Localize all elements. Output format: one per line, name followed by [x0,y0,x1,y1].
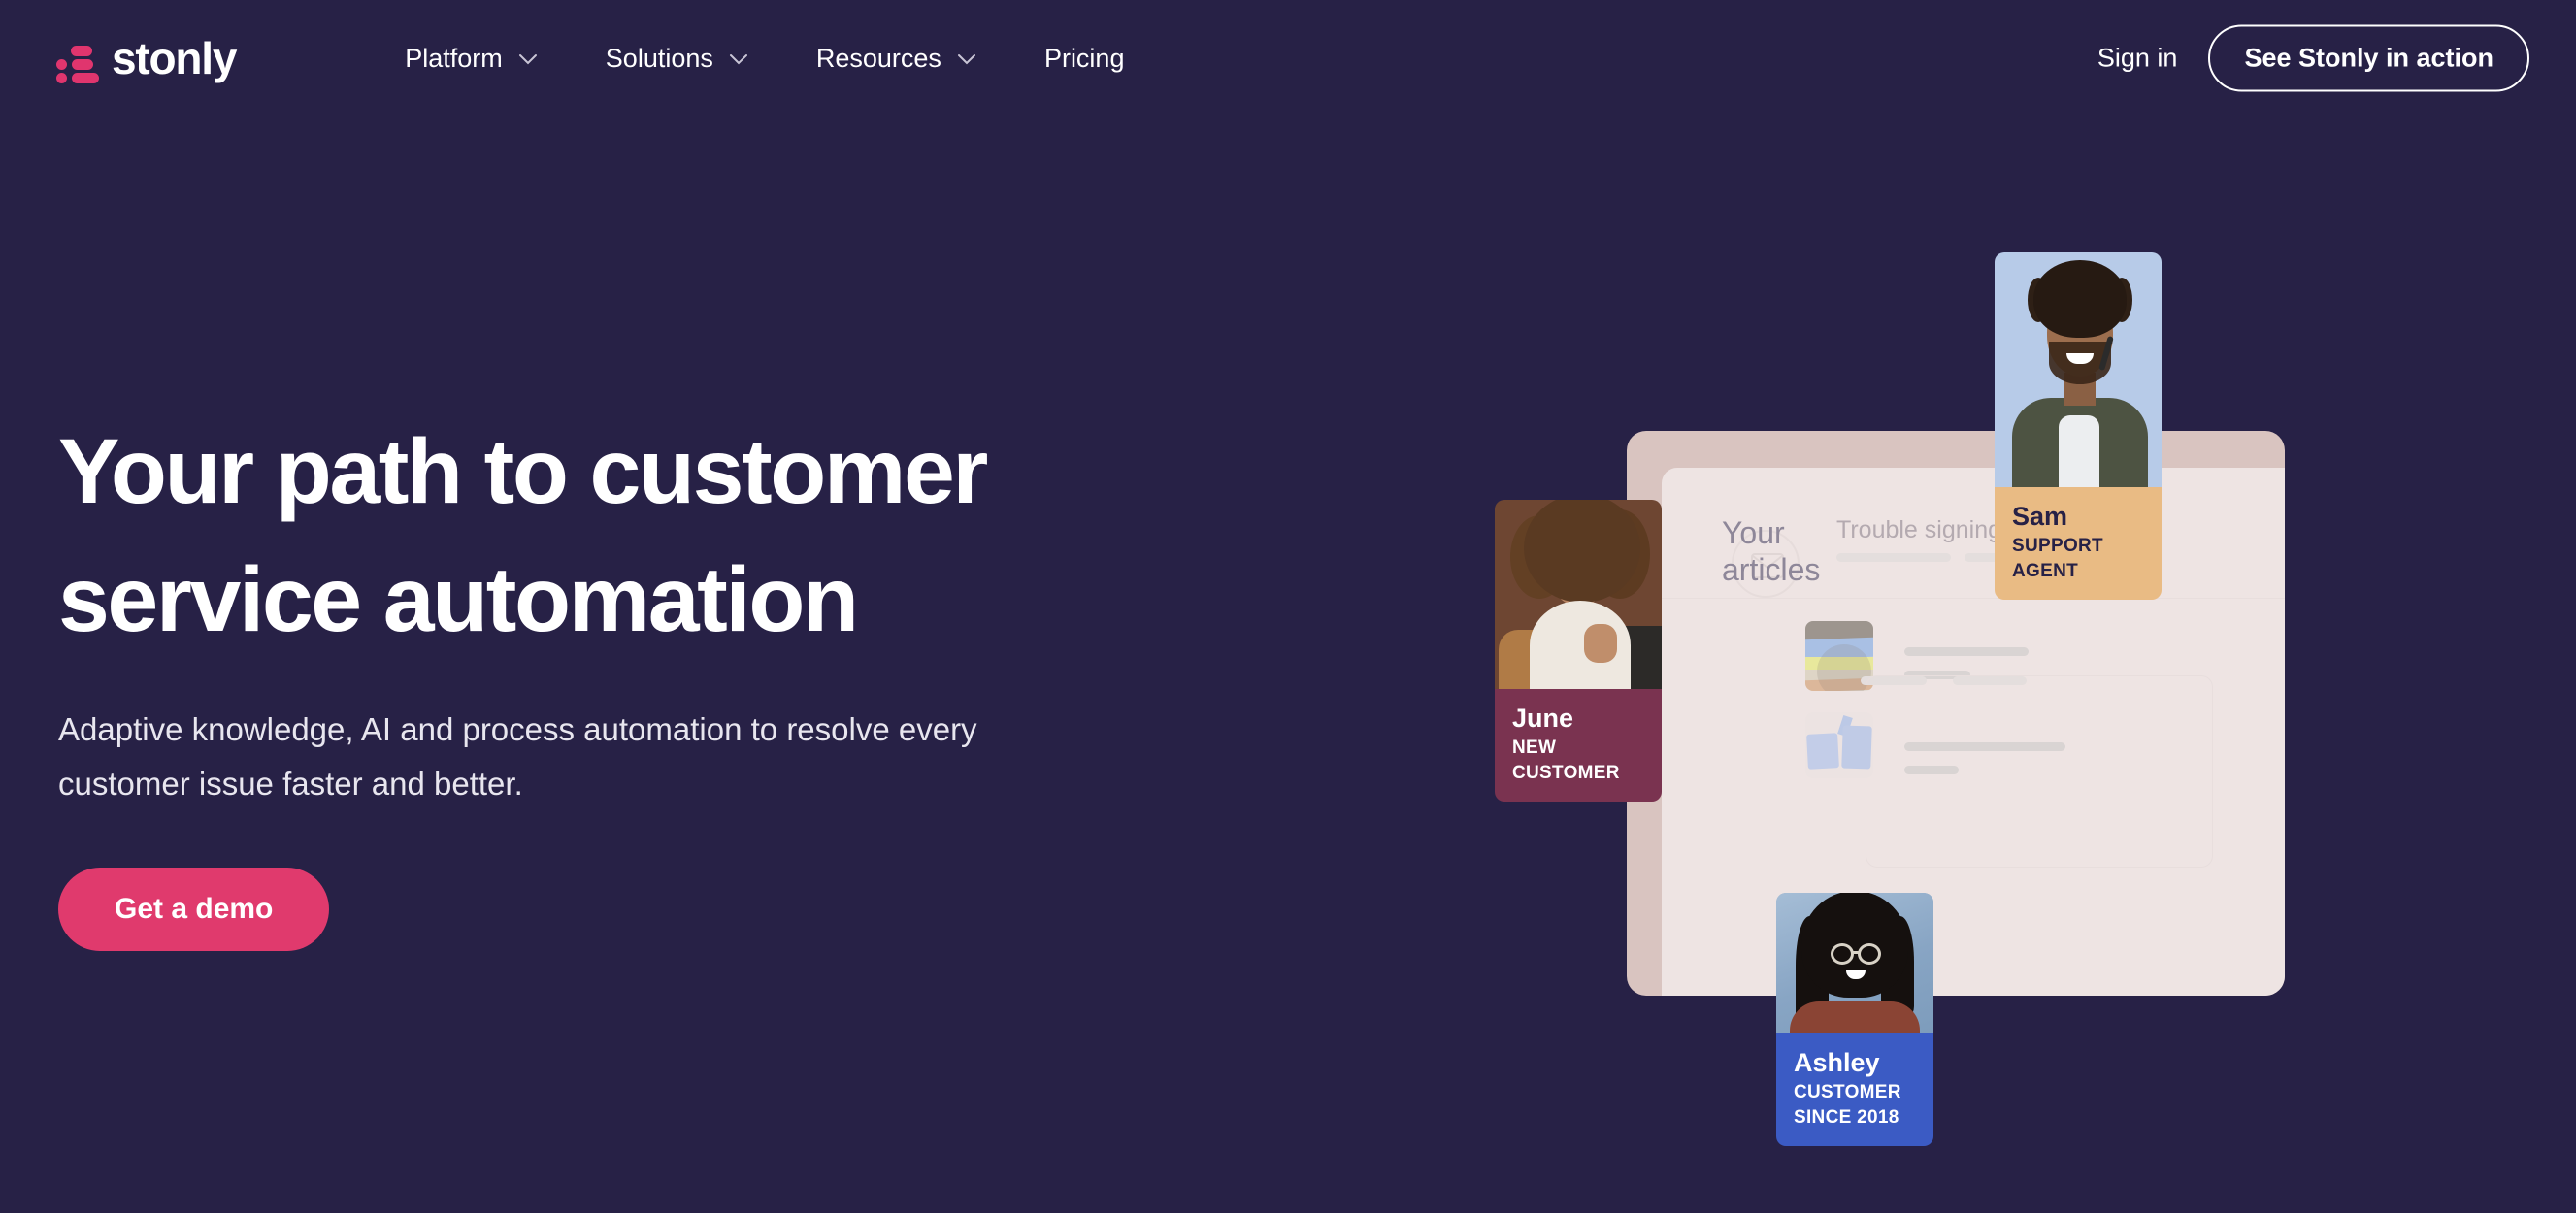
article-thumbnail[interactable] [1805,712,1873,778]
nav-label-pricing: Pricing [1043,43,1125,73]
person-photo-sam [1995,252,2162,487]
person-card-june[interactable]: June NEW CUSTOMER [1495,500,1662,802]
knowledge-base-panel: Your articles Trouble signing in [1627,431,2285,996]
person-card-sam[interactable]: Sam SUPPORT AGENT [1995,252,2162,600]
skeleton-bar [1904,766,1959,774]
person-role: CUSTOMER SINCE 2018 [1794,1082,1901,1128]
skeleton-bar [1904,647,2029,656]
logo-wordmark: stonly [112,33,237,83]
chevron-down-icon [729,53,748,65]
person-name: June [1512,704,1574,733]
nav-label-platform: Platform [405,43,503,73]
person-label-ashley: Ashley CUSTOMER SINCE 2018 [1776,1033,1933,1146]
person-photo-june [1495,500,1662,689]
person-card-ashley[interactable]: Ashley CUSTOMER SINCE 2018 [1776,893,1933,1146]
hero-content: Your path to customer service automation… [58,408,1271,951]
panel-heading: Your articles [1722,515,1821,587]
nav-item-solutions[interactable]: Solutions [606,44,748,74]
ukraine-flag-icon [241,41,266,60]
nav-item-platform[interactable]: Platform [405,44,538,74]
skeleton-bar [1904,742,2065,751]
get-a-demo-button[interactable]: Get a demo [58,868,330,951]
person-name: Ashley [1794,1048,1880,1077]
hero-subheadline: Adaptive knowledge, AI and process autom… [58,711,977,802]
nav-item-resources[interactable]: Resources [816,44,976,74]
person-label-sam: Sam SUPPORT AGENT [1995,487,2162,600]
header-actions: Sign in See Stonly in action [2097,24,2529,92]
see-stonly-in-action-button[interactable]: See Stonly in action [2208,24,2529,92]
main-nav: Platform Solutions Resources Pricing [405,44,1192,74]
stonly-logo-icon [56,45,99,83]
chevron-down-icon [957,53,976,65]
person-role: SUPPORT AGENT [2012,536,2103,581]
sign-in-link[interactable]: Sign in [2097,44,2178,74]
chevron-down-icon [518,53,538,65]
hero-headline: Your path to customer service automation [58,420,988,651]
panel-inner-surface: Your articles Trouble signing in [1662,468,2285,996]
person-role: NEW CUSTOMER [1512,738,1620,783]
nav-label-solutions: Solutions [605,43,713,73]
hero-illustration: Your articles Trouble signing in Sam SUP… [1495,243,2427,1194]
panel-divider [1662,598,2285,599]
hero-page: stonly Platform Solutions Resources Pric… [0,0,2576,1213]
person-name: Sam [2012,502,2068,531]
nav-item-pricing[interactable]: Pricing [1044,44,1125,74]
site-header: stonly Platform Solutions Resources Pric… [0,0,2576,116]
nav-label-resources: Resources [815,43,941,73]
person-label-june: June NEW CUSTOMER [1495,689,1662,802]
brand-logo[interactable]: stonly [56,31,266,85]
skeleton-bar [1836,553,1951,562]
person-photo-ashley [1776,893,1933,1033]
